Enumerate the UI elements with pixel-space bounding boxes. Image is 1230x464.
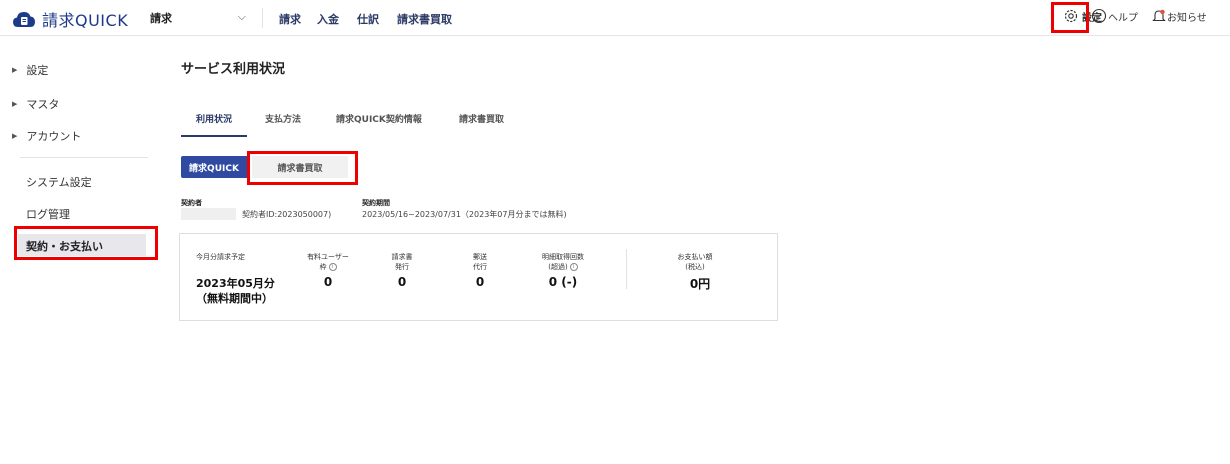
sidebar-item-system-settings[interactable]: システム設定 [26,174,92,190]
top-header: 請求QUICK 請求 ⌵ 請求 入金 仕訳 請求書買取 設定 ? ヘルプ お知ら… [0,0,1230,36]
segment-seikyu-quick[interactable]: 請求QUICK [181,156,247,178]
statement-fetch-value: 0 (-) [548,275,578,289]
invoice-issue-label-line2: 発行 [395,263,409,271]
payment-amount-label-line1: お支払い額 [677,253,713,261]
help-circle-icon: ? [1091,8,1107,24]
chevron-down-icon: ⌵ [237,10,246,23]
bell-icon [1152,9,1166,22]
period-value: 2023/05/16~2023/07/31（2023年07月分までは無料) [362,210,567,219]
mail-service-value: 0 [475,275,485,289]
tab-invoice-purchase[interactable]: 請求書買取 [459,112,504,125]
mail-service-label: 郵送 代行 [460,252,500,272]
month-value-text: 2023年05月分 [196,277,275,290]
month-value: 2023年05月分 （無料期間中） [196,276,275,306]
info-icon[interactable]: i [569,263,578,271]
tab-active-indicator [181,135,247,137]
payment-amount-value: 0円 [689,277,711,291]
nav-invoice-purchase[interactable]: 請求書買取 [397,11,452,27]
caret-right-icon: ▶ [12,100,18,108]
app-logo[interactable]: 請求QUICK [12,7,128,31]
paid-users-label-line1: 有料ユーザー [307,253,349,261]
statement-fetch-label-line1: 明細取得回数 [542,253,584,261]
sidebar-group-master[interactable]: ▶ マスタ [12,96,59,112]
contractor-name-redacted [181,208,236,220]
invoice-issue-label: 請求書 発行 [380,252,424,272]
contractor-id: 契約者ID:2023050007) [242,210,332,219]
product-select-value: 請求 [150,12,172,25]
period-label: 契約期間 [362,199,390,207]
sidebar-group-label: マスタ [26,98,60,111]
sidebar-item-log-management[interactable]: ログ管理 [26,206,70,222]
help-label: ヘルプ [1108,12,1138,24]
product-select[interactable]: 請求 ⌵ [150,10,250,26]
nav-invoice[interactable]: 請求 [279,11,301,27]
sidebar-divider [20,157,148,158]
card-divider [626,249,627,289]
month-note: （無料期間中） [196,292,273,305]
notice-label: お知らせ [1167,12,1207,24]
tab-payment-method[interactable]: 支払方法 [265,112,301,125]
payment-amount-label: お支払い額 (税込) [665,252,725,272]
invoice-issue-label-line1: 請求書 [391,253,413,261]
usage-summary-card: 今月分請求予定 2023年05月分 （無料期間中） 有料ユーザー 枠i 0 請求… [179,233,778,321]
info-icon[interactable]: i [328,263,337,271]
paid-users-label-line2: 枠 [319,263,327,271]
sidebar-group-settings[interactable]: ▶ 設定 [12,62,48,78]
mail-service-label-line1: 郵送 [473,253,487,261]
highlight-invoice-purchase-segment [247,151,358,185]
payment-amount-label-line2: (税込) [685,263,705,271]
mail-service-label-line2: 代行 [473,263,487,271]
highlight-settings [1051,2,1089,33]
help-button[interactable]: ? ヘルプ [1091,8,1138,24]
statement-fetch-label: 明細取得回数 (超過) i [528,252,598,272]
tab-usage[interactable]: 利用状況 [196,112,232,125]
nav-payment-received[interactable]: 入金 [317,11,339,27]
contractor-label: 契約者 [181,199,202,207]
page-title: サービス利用状況 [181,62,286,77]
caret-right-icon: ▶ [12,66,18,74]
sidebar-group-label: 設定 [26,64,49,77]
header-divider [262,8,263,28]
statement-fetch-label-line2: (超過) [548,263,568,271]
paid-users-label: 有料ユーザー 枠i [298,252,358,272]
nav-journal[interactable]: 仕訳 [357,11,379,27]
svg-text:?: ? [1097,13,1102,23]
sidebar-group-account[interactable]: ▶ アカウント [12,128,81,144]
tab-contract-info[interactable]: 請求QUICK契約情報 [336,112,422,125]
paid-users-value: 0 [323,275,333,289]
notice-button[interactable]: お知らせ [1152,8,1207,24]
sidebar-group-label: アカウント [26,130,82,143]
cloud-document-icon [13,12,35,27]
invoice-issue-value: 0 [397,275,407,289]
month-label: 今月分請求予定 [196,253,245,261]
caret-right-icon: ▶ [12,132,18,140]
logo-text: 請求QUICK [42,11,129,30]
highlight-contract-payment [14,226,158,260]
